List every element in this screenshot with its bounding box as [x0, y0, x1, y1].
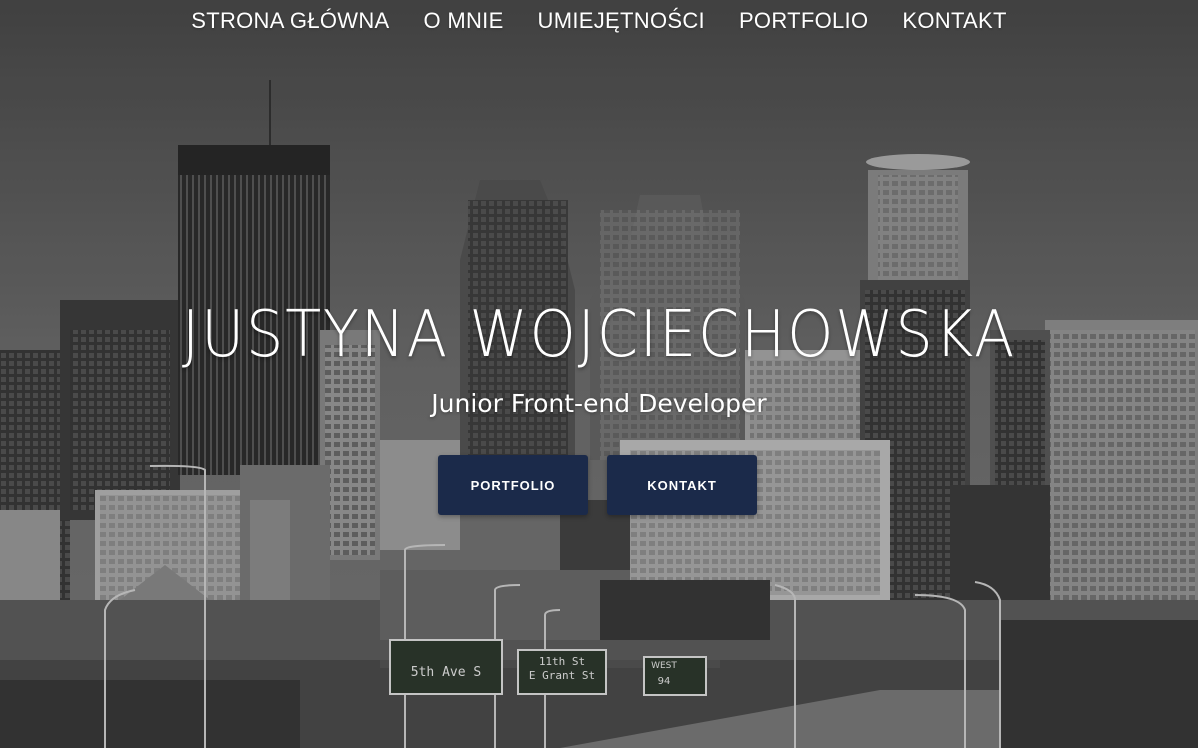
nav-link-umiejetnosci[interactable]: UMIEJĘTNOŚCI — [538, 8, 705, 34]
nav-link-o-mnie[interactable]: O MNIE — [424, 8, 504, 34]
city-skyline-image: 5th Ave S 11th St E Grant St WEST 94 — [0, 0, 1198, 748]
nav-link-strona-glowna[interactable]: STRONA GŁÓWNA — [191, 8, 389, 34]
portfolio-button[interactable]: PORTFOLIO — [438, 455, 588, 515]
nav-link-portfolio[interactable]: PORTFOLIO — [739, 8, 868, 34]
hero-title: JUSTYNA WOJCIECHOWSKA — [181, 298, 1017, 372]
hero-background: 5th Ave S 11th St E Grant St WEST 94 — [0, 0, 1198, 748]
kontakt-button[interactable]: KONTAKT — [607, 455, 757, 515]
main-nav: STRONA GŁÓWNA O MNIE UMIEJĘTNOŚCI PORTFO… — [0, 0, 1198, 42]
hero-subtitle: Junior Front-end Developer — [431, 389, 767, 418]
nav-link-kontakt[interactable]: KONTAKT — [902, 8, 1006, 34]
